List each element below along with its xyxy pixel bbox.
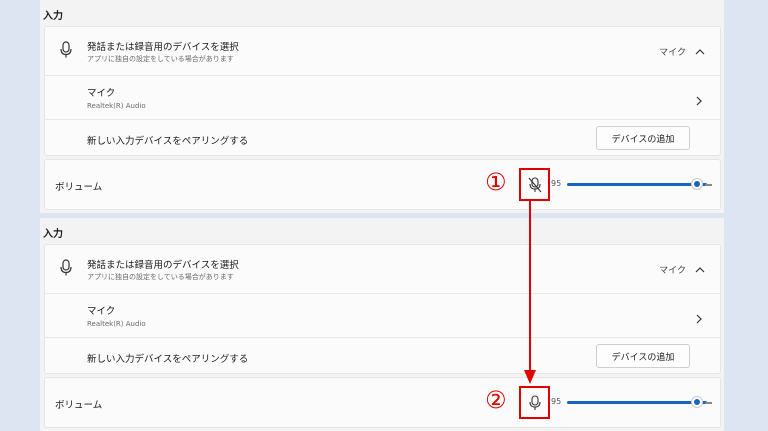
volume-label: ボリューム [55,400,103,411]
microphone-device-row[interactable]: マイク Realtek(R) Audio [45,75,720,119]
microphone-off-icon [528,177,542,193]
mic-mute-toggle[interactable] [519,168,550,201]
mic-driver: Realtek(R) Audio [87,102,146,110]
annotation-number: ② [485,386,507,414]
mic-name: マイク [87,88,116,99]
section-title: 入力 [43,11,63,22]
chevron-up-icon[interactable] [694,261,706,273]
mic-driver: Realtek(R) Audio [87,320,146,328]
add-device-button[interactable]: デバイスの追加 [596,344,690,368]
chevron-right-icon[interactable] [694,92,704,106]
device-select-title: 発話または録音用のデバイスを選択 [87,260,239,271]
input-settings-panel-before: 入力 発話または録音用のデバイスを選択 アプリに独自の設定をしている場合がありま… [40,0,724,213]
volume-slider-track[interactable] [567,401,707,404]
mic-name: マイク [87,306,116,317]
section-title: 入力 [43,229,63,240]
pair-device-row: 新しい入力デバイスをペアリングする デバイスの追加 [45,337,720,375]
volume-slider-thumb[interactable] [691,396,703,408]
device-select-subtitle: アプリに独自の設定をしている場合があります [87,55,234,63]
selected-device-label: マイク [659,266,686,276]
device-select-row[interactable]: 発話または録音用のデバイスを選択 アプリに独自の設定をしている場合があります マ… [45,27,720,75]
mic-mute-toggle[interactable] [519,386,550,419]
device-select-subtitle: アプリに独自の設定をしている場合があります [87,273,234,281]
volume-slider-thumb[interactable] [691,178,703,190]
chevron-up-icon[interactable] [694,43,706,55]
volume-label: ボリューム [55,182,103,193]
microphone-icon [59,41,73,59]
volume-slider-rest [705,402,712,404]
volume-value: 95 [551,397,562,406]
microphone-icon [59,259,73,277]
chevron-right-icon[interactable] [694,310,704,324]
microphone-device-row[interactable]: マイク Realtek(R) Audio [45,293,720,337]
microphone-icon [529,395,541,410]
add-device-button[interactable]: デバイスの追加 [596,126,690,150]
annotation-number: ① [485,168,507,196]
device-card: 発話または録音用のデバイスを選択 アプリに独自の設定をしている場合があります マ… [44,26,721,156]
volume-card: ボリューム ① 95 [44,159,721,210]
device-select-title: 発話または録音用のデバイスを選択 [87,42,239,53]
input-settings-panel-after: 入力 発話または録音用のデバイスを選択 アプリに独自の設定をしている場合がありま… [40,218,724,431]
volume-slider-track[interactable] [567,183,707,186]
volume-slider-rest [705,184,712,186]
pair-label: 新しい入力デバイスをペアリングする [87,354,249,365]
volume-value: 95 [551,179,562,188]
device-select-row[interactable]: 発話または録音用のデバイスを選択 アプリに独自の設定をしている場合があります マ… [45,245,720,293]
pair-label: 新しい入力デバイスをペアリングする [87,136,249,147]
device-card: 発話または録音用のデバイスを選択 アプリに独自の設定をしている場合があります マ… [44,244,721,374]
selected-device-label: マイク [659,48,686,58]
pair-device-row: 新しい入力デバイスをペアリングする デバイスの追加 [45,119,720,157]
volume-card: ボリューム ② 95 [44,377,721,428]
